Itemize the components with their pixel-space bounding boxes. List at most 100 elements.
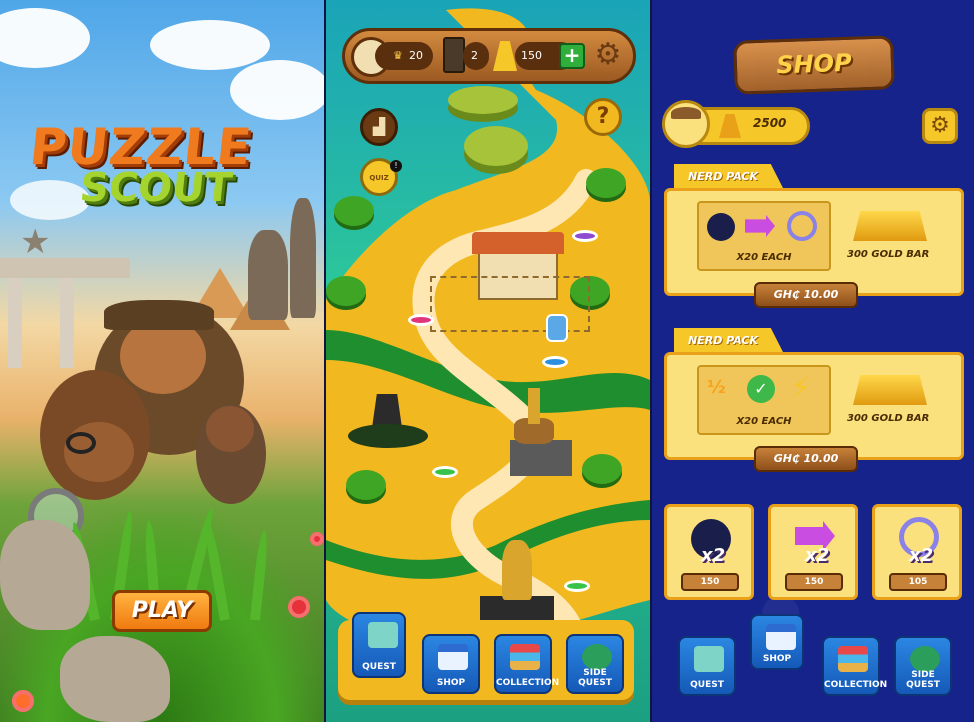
- nav-collection-label: COLLECTION: [824, 680, 888, 690]
- half-icon: ½: [707, 377, 726, 398]
- tree: [334, 196, 374, 226]
- pack-price-button[interactable]: GH₵ 10.00: [754, 282, 858, 308]
- nav-shop-label: SHOP: [762, 654, 792, 664]
- card-icon: [443, 37, 465, 73]
- tree: [326, 276, 366, 306]
- tile-cost-button[interactable]: 150: [681, 573, 739, 591]
- target-tile[interactable]: x2 105: [872, 504, 962, 600]
- arch-pillar: [8, 278, 22, 368]
- pack-contents: ½ ✓ ⚡ X20 EACH: [697, 365, 831, 435]
- map-icon: [694, 646, 724, 672]
- nav-side-quest-label: SIDE QUEST: [578, 668, 612, 688]
- nav-side-quest-button[interactable]: SIDE QUEST: [566, 634, 624, 694]
- tile-multiplier: x2: [701, 545, 726, 566]
- bottom-navigation: QUEST SHOP COLLECTION SIDE QUEST: [338, 612, 634, 700]
- shop-icon: [438, 644, 468, 670]
- glasses-icon: [66, 432, 96, 454]
- monument-base: [348, 424, 428, 448]
- player-marker-icon: [546, 314, 568, 342]
- rider-statue: [528, 388, 540, 424]
- play-button[interactable]: PLAY: [112, 590, 212, 632]
- level-node[interactable]: [408, 314, 434, 326]
- carved-rock: [0, 520, 90, 630]
- school-roof: [472, 232, 564, 254]
- pack-contents: X20 EACH: [697, 201, 831, 271]
- hat-icon: [671, 107, 701, 119]
- tile-multiplier: x2: [909, 545, 934, 566]
- golden-statue: [502, 540, 532, 600]
- pack-price-button[interactable]: GH₵ 10.00: [754, 446, 858, 472]
- arrows-tile[interactable]: x2 150: [768, 504, 858, 600]
- nav-shop-button[interactable]: SHOP: [422, 634, 480, 694]
- card-count: 2: [471, 49, 478, 62]
- bomb-icon: [707, 213, 735, 241]
- map-icon: [368, 622, 398, 648]
- add-gold-button[interactable]: +: [559, 43, 585, 69]
- gold-bar-icon: [719, 114, 741, 138]
- nav-collection-label: COLLECTION: [496, 678, 560, 688]
- pack-tag: NERD PACK: [674, 328, 784, 354]
- nav-collection-button[interactable]: COLLECTION: [494, 634, 560, 694]
- statue-monument: [290, 198, 316, 318]
- gold-balance: 2500: [753, 116, 787, 130]
- target-icon: [787, 211, 817, 241]
- title-screen: PUZZLE SCOUT ★ PLAY: [0, 0, 324, 722]
- player-avatar[interactable]: [662, 100, 710, 148]
- level-node-current[interactable]: [542, 356, 568, 368]
- nav-quest-label: QUEST: [690, 680, 724, 690]
- game-screens: PUZZLE SCOUT ★ PLAY ♛ 20 2 150 + ⚙ ▟ QUI…: [0, 0, 974, 722]
- carved-rock: [60, 636, 170, 722]
- gold-pile-icon: [853, 211, 927, 241]
- gold-pile-icon: [853, 375, 927, 405]
- pack-tag: NERD PACK: [674, 164, 784, 190]
- trophy-icon: ♛: [393, 49, 403, 62]
- tile-cost-button[interactable]: 150: [785, 573, 843, 591]
- star-icon: ★: [20, 222, 51, 262]
- nerd-pack-card[interactable]: ½ ✓ ⚡ X20 EACH 300 GOLD BAR: [664, 352, 964, 460]
- tree: [586, 168, 626, 198]
- quiz-label: QUIZ: [369, 174, 389, 182]
- floating-islet: [464, 126, 528, 166]
- pack-gold: 300 GOLD BAR: [847, 413, 930, 424]
- nav-side-quest-button[interactable]: SIDE QUEST: [894, 636, 952, 696]
- shop-screen: SHOP 2500 ⚙ NERD PACK X20 EACH 300 GOLD …: [652, 0, 974, 722]
- flower: [310, 532, 324, 546]
- check-icon: ✓: [747, 375, 775, 403]
- settings-gear-icon[interactable]: ⚙: [922, 108, 958, 144]
- leaderboard-button[interactable]: ▟: [360, 108, 398, 146]
- settings-gear-icon[interactable]: ⚙: [591, 39, 625, 73]
- books-icon: [838, 646, 868, 672]
- level-node[interactable]: [432, 466, 458, 478]
- level-node[interactable]: [572, 230, 598, 242]
- tile-multiplier: x2: [805, 545, 830, 566]
- nav-shop-button[interactable]: SHOP: [750, 614, 804, 670]
- horse-statue-base: [510, 440, 572, 476]
- arch-pillar: [60, 278, 74, 368]
- tile-cost-button[interactable]: 105: [889, 573, 947, 591]
- pack-quantity: X20 EACH: [736, 252, 792, 263]
- books-icon: [510, 644, 540, 670]
- nav-shop-label: SHOP: [436, 678, 466, 688]
- cloud: [230, 60, 324, 120]
- gold-bar-icon: [493, 41, 517, 71]
- nav-collection-button[interactable]: COLLECTION: [822, 636, 888, 696]
- arrows-icon: [745, 215, 775, 237]
- level-node[interactable]: [564, 580, 590, 592]
- bottom-navigation: QUEST SHOP COLLECTION SIDE QUEST: [662, 614, 964, 704]
- cloud: [150, 20, 270, 70]
- nav-quest-button[interactable]: QUEST: [352, 612, 406, 678]
- bomb-tile[interactable]: x2 150: [664, 504, 754, 600]
- cloud: [0, 8, 90, 68]
- nav-side-quest-label: SIDE QUEST: [906, 670, 940, 690]
- floating-islet: [448, 86, 518, 114]
- card-counter: 2: [463, 42, 489, 70]
- nerd-pack-card[interactable]: X20 EACH 300 GOLD BAR: [664, 188, 964, 296]
- nav-quest-button[interactable]: QUEST: [678, 636, 736, 696]
- trophy-counter: ♛ 20: [375, 42, 433, 70]
- notification-badge: !: [390, 160, 402, 172]
- help-button[interactable]: ?: [584, 98, 622, 136]
- pack-quantity: X20 EACH: [736, 416, 792, 427]
- statue-monument: [248, 230, 288, 320]
- trophy-count: 20: [409, 49, 423, 62]
- flower: [12, 690, 34, 712]
